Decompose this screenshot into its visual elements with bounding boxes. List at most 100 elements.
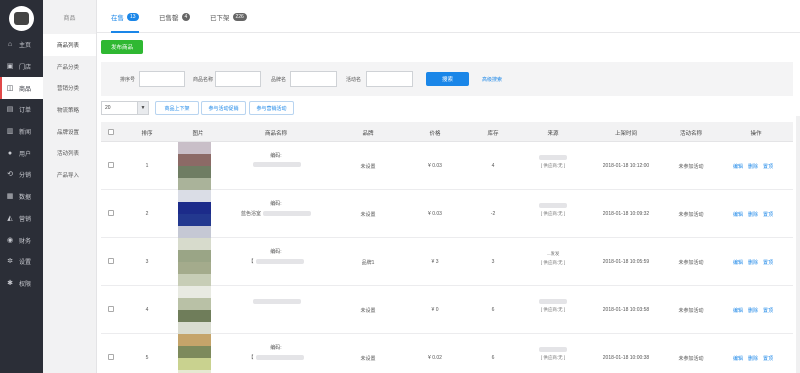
- subnav-item-4[interactable]: 品牌设置: [43, 121, 96, 143]
- pin-top-link[interactable]: 置顶: [763, 308, 773, 314]
- nav-item-2[interactable]: ◫ 商品: [0, 77, 43, 100]
- nav-label: 数据: [19, 195, 32, 202]
- tab-off-shelf[interactable]: 已下架 226: [210, 12, 247, 22]
- nav-item-8[interactable]: ◭ 营销: [0, 208, 43, 230]
- product-thumbnail[interactable]: [174, 190, 211, 238]
- subnav-item-3[interactable]: 物流策略: [43, 99, 96, 121]
- supplier-label: [ 供应商:无 ]: [540, 211, 566, 217]
- product-thumbnail[interactable]: [174, 238, 211, 286]
- thumbnail-block: [178, 142, 211, 154]
- nav-item-4[interactable]: ▥ 新闻: [0, 121, 43, 143]
- app-logo[interactable]: [9, 6, 34, 31]
- select-all-checkbox[interactable]: [108, 129, 114, 135]
- delete-link[interactable]: 删除: [748, 164, 758, 170]
- product-name-cell[interactable]: 编码:: [224, 152, 328, 168]
- join-marketing-button[interactable]: 参与营销活动: [249, 101, 294, 115]
- delete-link[interactable]: 删除: [748, 356, 758, 362]
- publish-product-button[interactable]: 发布商品: [101, 40, 143, 54]
- nav-item-10[interactable]: ✲ 设置: [0, 251, 43, 273]
- nav-item-5[interactable]: ● 用户: [0, 142, 43, 164]
- table-header: 排序 图片 商品名称 品牌 价格 库存 来源 上架时间 活动名称 操作: [101, 122, 793, 142]
- tab-on-sale[interactable]: 在售 13: [111, 12, 139, 33]
- redacted-text: [255, 259, 304, 265]
- product-name-text: 蓝色浴室: [240, 211, 261, 217]
- source-cell: [ 供应商:无 ]: [533, 299, 573, 313]
- filter-label-sort: 排序号: [120, 77, 136, 83]
- activity-name-input[interactable]: [366, 71, 413, 87]
- col-header: 排序: [141, 131, 153, 137]
- pin-top-link[interactable]: 置顶: [763, 260, 773, 266]
- subnav-item-1[interactable]: 产品分类: [43, 56, 96, 78]
- product-name-cell[interactable]: 编码: 【: [224, 248, 328, 265]
- row-index: 4: [145, 307, 149, 313]
- pin-top-link[interactable]: 置顶: [763, 212, 773, 218]
- subnav-item-2[interactable]: 营销分类: [43, 77, 96, 99]
- sort-number-input[interactable]: [139, 71, 185, 87]
- delete-link[interactable]: 删除: [748, 212, 758, 218]
- product-thumbnail[interactable]: [174, 334, 211, 373]
- edit-link[interactable]: 编辑: [733, 260, 743, 266]
- row-checkbox[interactable]: [108, 210, 114, 216]
- join-promotion-button[interactable]: 参与活动促销: [201, 101, 246, 115]
- nav-label: 营销: [19, 216, 32, 223]
- thumbnail-block: [178, 298, 211, 310]
- delete-link[interactable]: 删除: [748, 260, 758, 266]
- product-name-input[interactable]: [215, 71, 261, 87]
- main-nav: ⌂ 主页 ▣ 门店 ◫ 商品 ▤ 订单 ▥ 新闻 ● 用户 ⟲ 分销 ▦ 数据 ◭ 营销 ◉ 财务 ✲ 设置 ✱ 权限: [0, 34, 43, 294]
- table-row: 1 编码: 未设置 ¥ 0.03 4 [ 供应商:无 ] 2018-01-18 10:12:…: [101, 142, 793, 190]
- row-checkbox[interactable]: [108, 258, 114, 264]
- brand-cell: 品牌1: [361, 260, 375, 266]
- thumbnail-block: [178, 190, 211, 202]
- nav-item-0[interactable]: ⌂ 主页: [0, 34, 43, 56]
- col-header: 来源: [547, 131, 559, 137]
- vertical-scrollbar[interactable]: [796, 116, 800, 373]
- row-index: 2: [145, 211, 149, 217]
- tab-label: 已下架: [210, 15, 230, 22]
- product-name-cell[interactable]: 编码: 【: [224, 344, 328, 361]
- filter-label-name: 商品名称: [193, 77, 214, 83]
- product-code-label: 编码:: [270, 249, 282, 255]
- subnav-title: 商品: [63, 15, 76, 22]
- edit-link[interactable]: 编辑: [733, 356, 743, 362]
- nav-item-3[interactable]: ▤ 订单: [0, 99, 43, 121]
- edit-link[interactable]: 编辑: [733, 212, 743, 218]
- nav-item-7[interactable]: ▦ 数据: [0, 186, 43, 208]
- tab-label: 已售罄: [159, 15, 179, 22]
- chevron-down-icon: ▼: [137, 102, 148, 114]
- subnav-item-6[interactable]: 产品导入: [43, 164, 96, 186]
- pin-top-link[interactable]: 置顶: [763, 356, 773, 362]
- nav-label: 分销: [19, 173, 32, 180]
- row-checkbox[interactable]: [108, 162, 114, 168]
- subnav-item-0[interactable]: 商品列表: [43, 34, 96, 56]
- pin-top-link[interactable]: 置顶: [763, 164, 773, 170]
- redacted-text: [539, 299, 567, 305]
- delete-link[interactable]: 删除: [748, 308, 758, 314]
- row-actions: 编辑 删除 置顶: [733, 307, 778, 314]
- product-thumbnail[interactable]: [174, 142, 211, 190]
- product-thumbnail[interactable]: [174, 286, 211, 334]
- product-name-text: 【: [248, 259, 254, 265]
- nav-item-6[interactable]: ⟲ 分销: [0, 164, 43, 186]
- nav-item-1[interactable]: ▣ 门店: [0, 56, 43, 78]
- redacted-text: [539, 203, 567, 209]
- product-table: 排序 图片 商品名称 品牌 价格 库存 来源 上架时间 活动名称 操作 1 编码:…: [101, 122, 793, 373]
- nav-item-9[interactable]: ◉ 财务: [0, 229, 43, 251]
- row-checkbox[interactable]: [108, 354, 114, 360]
- finance-icon: ◉: [6, 236, 14, 244]
- product-name-cell[interactable]: 编码: 蓝色浴室: [224, 200, 328, 217]
- toggle-shelf-button[interactable]: 商品上下架: [155, 101, 199, 115]
- search-button[interactable]: 搜索: [426, 72, 469, 86]
- nav-item-11[interactable]: ✱ 权限: [0, 273, 43, 295]
- thumbnail-block: [178, 322, 211, 334]
- tab-sold-out[interactable]: 已售罄 4: [159, 12, 191, 22]
- product-subnav: 商品 商品列表 产品分类 营销分类 物流策略 品牌设置 活动列表 产品导入: [43, 0, 97, 373]
- subnav-item-5[interactable]: 活动列表: [43, 142, 96, 164]
- advanced-search-link[interactable]: 高级搜索: [482, 76, 502, 83]
- edit-link[interactable]: 编辑: [733, 308, 743, 314]
- product-name-cell[interactable]: [224, 296, 328, 305]
- page-size-select[interactable]: 20 ▼: [101, 101, 149, 115]
- edit-link[interactable]: 编辑: [733, 164, 743, 170]
- brand-name-input[interactable]: [290, 71, 337, 87]
- row-checkbox[interactable]: [108, 306, 114, 312]
- redacted-text: [263, 211, 311, 217]
